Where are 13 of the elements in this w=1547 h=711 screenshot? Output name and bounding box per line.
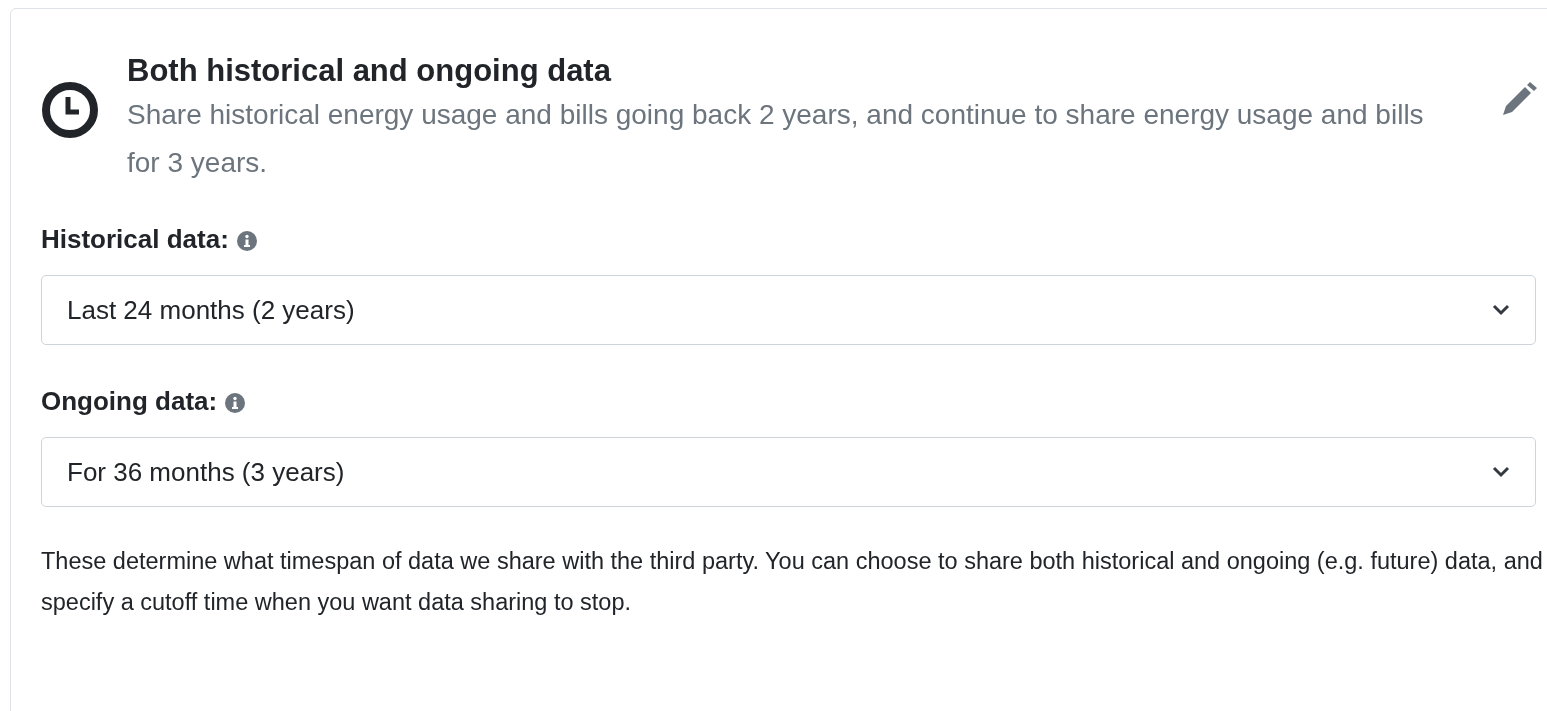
- option-title: Both historical and ongoing data: [127, 53, 613, 89]
- help-text: These determine what timespan of data we share with the third party. You can choose to share both historical and ongoing (e.g. future) data, and specify a cutoff time when you want data sharing to stop.: [41, 547, 1544, 617]
- info-icon[interactable]: [236, 231, 257, 251]
- chevron-down-icon: [1491, 465, 1511, 479]
- dropdown-select[interactable]: Last 24 months (2 years): [41, 275, 1536, 345]
- chevron-down-icon: [1491, 303, 1511, 317]
- info-icon[interactable]: [225, 393, 246, 413]
- clock-icon: [41, 81, 99, 139]
- edit-icon[interactable]: [1501, 82, 1539, 116]
- option-description: Share historical energy usage and bills going back 2 years, and continue to share energy usage and bills for 3 years.: [127, 98, 1425, 180]
- field-label: Historical data:: [41, 223, 229, 255]
- field-label: Ongoing data:: [41, 385, 218, 417]
- dropdown-select[interactable]: For 36 months (3 years): [41, 437, 1536, 507]
